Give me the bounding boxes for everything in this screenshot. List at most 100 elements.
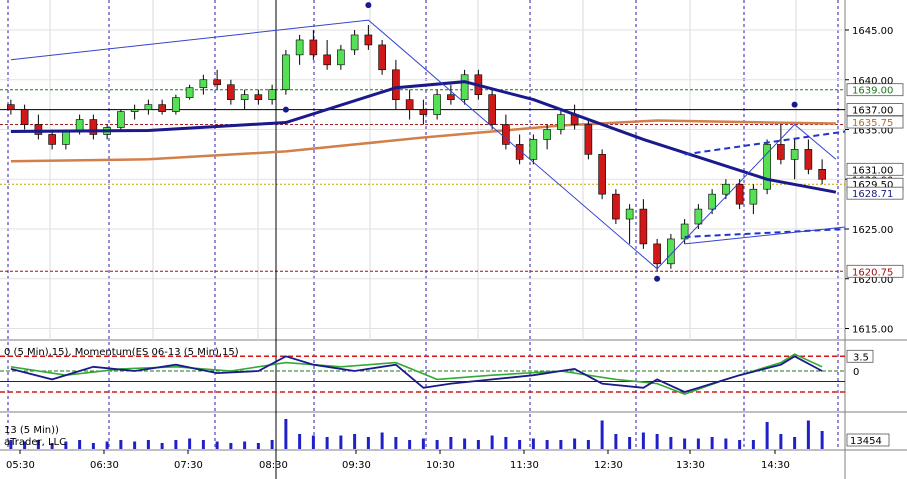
- volume-bar: [545, 440, 549, 449]
- volume-bar: [91, 443, 95, 449]
- volume-bar: [119, 440, 123, 449]
- momentum-zero-label: 0: [853, 367, 859, 378]
- volume-bar: [751, 440, 755, 449]
- candle-body: [419, 109, 428, 115]
- candle-body: [62, 131, 70, 145]
- volume-bar: [270, 440, 274, 449]
- volume-bar: [738, 440, 742, 449]
- candle-body: [749, 188, 758, 205]
- volume-bar: [641, 432, 645, 449]
- candle: [117, 109, 125, 130]
- swing-point: [791, 101, 798, 108]
- volume-bar: [490, 435, 494, 449]
- time-label: 06:30: [90, 460, 119, 471]
- candle-body: [433, 94, 441, 115]
- candle-body: [735, 183, 744, 205]
- price-marker-label: 1635.75: [852, 118, 893, 129]
- volume-bar: [325, 437, 329, 449]
- candle-body: [350, 34, 359, 51]
- swing-point: [365, 2, 372, 9]
- volume-bar: [710, 437, 714, 449]
- volume-bar: [614, 434, 618, 449]
- candle: [598, 149, 606, 200]
- candle: [612, 189, 620, 225]
- volume-bar: [311, 435, 315, 449]
- price-marker-label: 1628.71: [852, 189, 893, 200]
- candle-body: [172, 97, 180, 112]
- swing-point: [654, 275, 661, 282]
- candle-body: [708, 193, 716, 210]
- price-tick-label: 1615.00: [852, 325, 893, 336]
- candle-body: [282, 54, 290, 91]
- candle-body: [694, 208, 703, 225]
- volume-bar: [655, 434, 659, 449]
- candle-body: [227, 84, 235, 100]
- volume-bar: [256, 443, 260, 449]
- volume-bar: [421, 438, 425, 449]
- candle-body: [804, 149, 813, 170]
- volume-bar: [765, 422, 769, 449]
- candle: [763, 139, 771, 195]
- candle-body: [584, 124, 593, 155]
- candle-body: [254, 94, 263, 100]
- chart-window: 1645.001640.001635.001630.001625.001620.…: [0, 0, 907, 479]
- candle-body: [612, 193, 620, 220]
- volume-bar: [188, 438, 192, 449]
- volume-bar: [78, 440, 82, 449]
- volume-bar: [174, 440, 178, 449]
- candle: [282, 49, 290, 95]
- candle: [172, 94, 180, 115]
- time-label: 09:30: [342, 460, 371, 471]
- momentum-marker-label: 3.5: [853, 352, 869, 363]
- time-label: 08:30: [259, 460, 288, 471]
- price-panel: [0, 0, 845, 340]
- volume-bar: [559, 440, 563, 449]
- volume-bar: [820, 431, 824, 449]
- volume-bar: [779, 434, 783, 449]
- volume-bar: [586, 440, 590, 449]
- candle-body: [130, 109, 139, 112]
- volume-bar: [284, 419, 288, 449]
- volume-bar: [160, 443, 164, 449]
- price-chart[interactable]: 1645.001640.001635.001630.001625.001620.…: [0, 0, 907, 479]
- time-label: 07:30: [174, 460, 203, 471]
- candle-body: [185, 87, 194, 98]
- time-label: 10:30: [426, 460, 455, 471]
- candle-body: [502, 124, 510, 145]
- volume-bar: [669, 437, 673, 449]
- candle-body: [460, 74, 469, 100]
- candle: [378, 39, 386, 75]
- volume-bar: [366, 437, 370, 449]
- time-label: 12:30: [594, 460, 623, 471]
- volume-bar: [518, 440, 522, 449]
- candle-body: [213, 79, 221, 86]
- volume-bar: [463, 438, 467, 449]
- volume-bar: [243, 441, 247, 449]
- volume-bar: [408, 440, 412, 449]
- volume-bar: [133, 441, 137, 449]
- candle-body: [48, 134, 56, 145]
- volume-legend-line2: aTrader, LLC: [4, 437, 67, 448]
- volume-marker-label: 13454: [850, 436, 882, 447]
- volume-bar: [298, 434, 302, 449]
- volume-bar: [201, 440, 205, 449]
- candle-body: [557, 114, 565, 130]
- candle-body: [158, 104, 166, 112]
- candle-body: [117, 111, 125, 128]
- candle-body: [639, 208, 648, 245]
- candle-body: [777, 144, 785, 160]
- price-tick-label: 1645.00: [852, 26, 893, 37]
- volume-bar: [504, 437, 508, 449]
- candle-body: [653, 243, 661, 265]
- swing-point: [282, 106, 289, 113]
- volume-bar: [683, 438, 687, 449]
- candle-body: [7, 104, 15, 110]
- candle-body: [543, 129, 551, 140]
- volume-bar: [573, 438, 577, 449]
- price-marker-label: 1620.75: [852, 267, 893, 278]
- candle-body: [268, 89, 276, 100]
- volume-bar: [600, 420, 604, 449]
- candle-body: [199, 79, 208, 89]
- price-marker-label: 1631.00: [852, 165, 893, 176]
- volume-bar: [696, 438, 700, 449]
